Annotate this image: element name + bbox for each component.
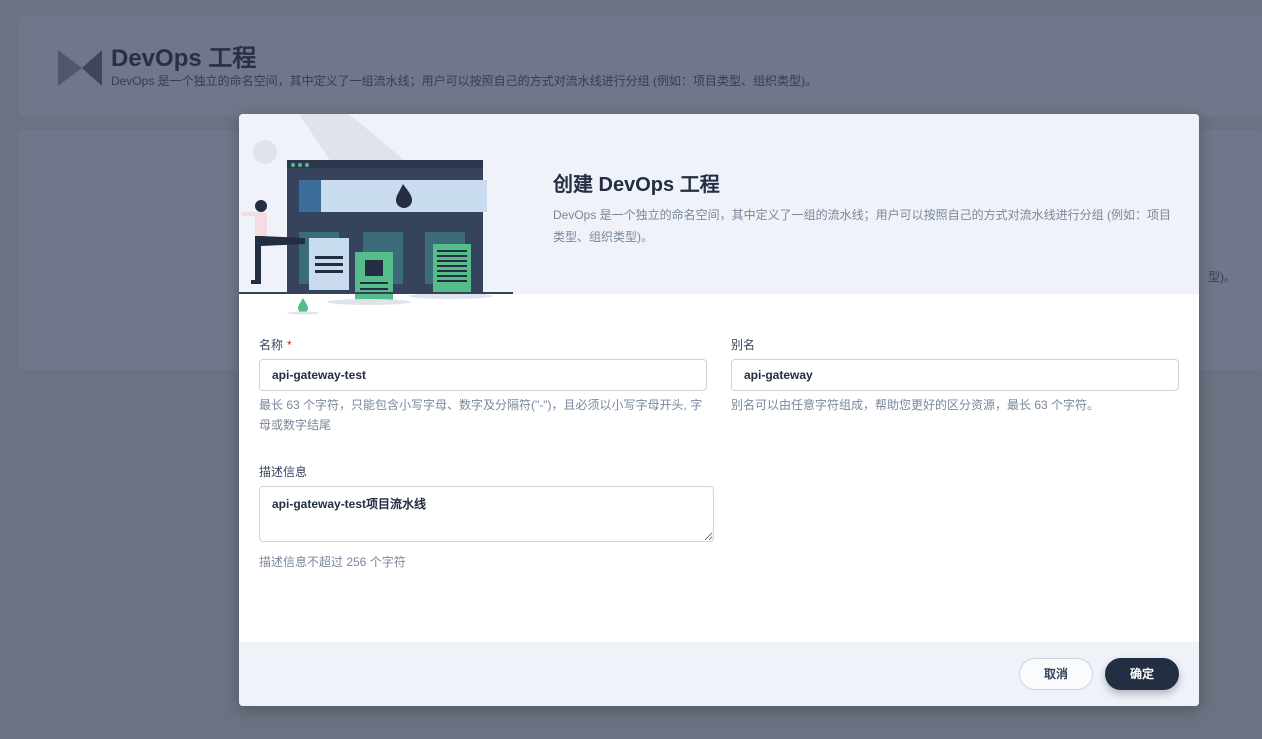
page-title: DevOps 工程	[111, 45, 257, 72]
description-hint: 描述信息不超过 256 个字符	[259, 555, 406, 569]
description-textarea[interactable]: api-gateway-test项目流水线	[259, 486, 714, 542]
page-header: DevOps 工程 DevOps 是一个独立的命名空间，其中定义了一组流水线；用…	[19, 16, 1262, 116]
cancel-button[interactable]: 取消	[1019, 658, 1093, 690]
modal-header: 创建 DevOps 工程 DevOps 是一个独立的命名空间，其中定义了一组的流…	[239, 114, 1199, 315]
modal-description: DevOps 是一个独立的命名空间，其中定义了一组的流水线；用户可以按照自己的方…	[553, 208, 1172, 244]
devops-logo-icon	[58, 50, 102, 86]
modal-footer: 取消 确定	[239, 642, 1199, 706]
page-content-text: 型)。	[1208, 270, 1236, 284]
description-label: 描述信息	[259, 465, 308, 479]
page-description: DevOps 是一个独立的命名空间，其中定义了一组流水线；用户可以按照自己的方式…	[111, 74, 818, 88]
name-label: 名称 *	[259, 336, 292, 353]
alias-input[interactable]	[731, 359, 1179, 391]
name-hint: 最长 63 个字符，只能包含小写字母、数字及分隔符("-")，且必须以小写字母开…	[259, 398, 703, 432]
name-input[interactable]	[259, 359, 707, 391]
confirm-button[interactable]: 确定	[1105, 658, 1179, 690]
alias-hint: 别名可以由任意字符组成，帮助您更好的区分资源，最长 63 个字符。	[731, 398, 1100, 412]
modal-title: 创建 DevOps 工程	[553, 174, 720, 196]
required-mark: *	[287, 338, 292, 352]
alias-label: 别名	[731, 338, 756, 352]
devops-illustration-icon	[239, 114, 513, 315]
name-label-text: 名称	[259, 338, 284, 352]
create-devops-modal: 创建 DevOps 工程 DevOps 是一个独立的命名空间，其中定义了一组的流…	[239, 114, 1199, 706]
